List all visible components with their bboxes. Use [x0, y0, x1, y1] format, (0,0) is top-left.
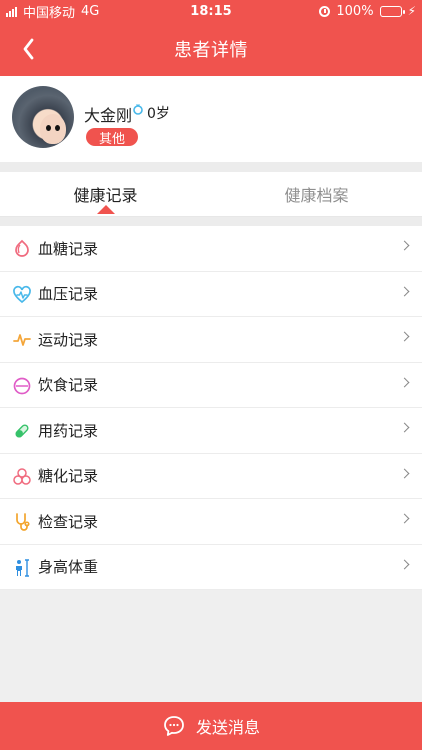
stethoscope-icon [16, 513, 30, 531]
network-label: 4G [81, 3, 100, 19]
record-label: 血糖记录 [38, 239, 99, 258]
record-label: 糖化记录 [38, 467, 99, 486]
avatar-face [40, 114, 66, 144]
record-label: 运动记录 [38, 330, 99, 349]
patient-age: 0岁 [147, 106, 170, 122]
send-message-label: 发送消息 [195, 718, 260, 737]
patient-card[interactable]: 大金刚 0岁 其他 [0, 76, 422, 162]
record-item-examination[interactable]: 检查记录 [0, 499, 422, 545]
record-item-height-weight[interactable]: 身高体重 [0, 545, 422, 590]
chevron-right-icon [399, 377, 410, 387]
battery-percent: 100% [336, 3, 374, 19]
patient-name: 大金刚 [84, 106, 133, 125]
blood-sugar-icon [15, 239, 29, 257]
record-label: 身高体重 [38, 558, 99, 577]
section-gap [0, 217, 422, 226]
chevron-right-icon [399, 422, 410, 433]
record-item-exercise[interactable]: 运动记录 [0, 317, 422, 363]
status-time: 18:15 [190, 3, 232, 19]
chevron-right-icon [399, 559, 410, 569]
signal-icon [6, 5, 17, 17]
record-list: 血糖记录 血压记录 运动记录 饮食记录 用药记录 糖化记录 检查记录 身高体重 [0, 226, 422, 590]
send-message-button[interactable]: 发送消息 [0, 702, 422, 750]
chevron-right-icon [399, 331, 410, 342]
alarm-icon [319, 5, 331, 17]
avatar-left-eye [46, 125, 51, 131]
chevron-right-icon [399, 513, 410, 524]
message-icon [164, 716, 184, 736]
pill-icon [15, 424, 29, 438]
carrier-label: 中国移动 [23, 5, 76, 21]
avatar [12, 86, 74, 148]
back-arrow-icon [23, 38, 34, 60]
content-padding [0, 591, 422, 702]
patient-tag: 其他 [86, 128, 138, 147]
record-item-blood-pressure[interactable]: 血压记录 [0, 272, 422, 317]
record-item-diet[interactable]: 饮食记录 [0, 363, 422, 408]
record-label: 用药记录 [38, 421, 99, 440]
active-tab-indicator [97, 205, 115, 214]
diet-icon [13, 377, 31, 394]
avatar-right-eye [55, 125, 60, 131]
back-button[interactable] [16, 36, 42, 62]
record-label: 检查记录 [38, 512, 99, 531]
record-label: 饮食记录 [38, 376, 99, 395]
heart-pulse-icon [13, 285, 31, 303]
battery-icon [379, 5, 405, 17]
activity-icon [13, 334, 31, 346]
record-item-medication[interactable]: 用药记录 [0, 408, 422, 454]
charging-icon: ⚡ [407, 4, 416, 18]
status-left: 中国移动 4G [6, 0, 99, 22]
tab-bar: 健康记录 健康档案 [0, 172, 422, 217]
gender-icon [133, 104, 143, 115]
tab-health-archive[interactable]: 健康档案 [211, 172, 422, 216]
hba1c-icon [13, 467, 31, 485]
chevron-right-icon [399, 286, 410, 296]
record-label: 血压记录 [38, 285, 99, 304]
section-gap [0, 162, 422, 172]
record-item-hba1c[interactable]: 糖化记录 [0, 454, 422, 499]
page-title: 患者详情 [174, 40, 248, 61]
chevron-right-icon [399, 240, 410, 251]
status-bar: 中国移动 4G 18:15 100% ⚡ [0, 0, 422, 22]
status-right: 100% ⚡ [319, 0, 416, 22]
chevron-right-icon [399, 468, 410, 478]
record-item-blood-sugar[interactable]: 血糖记录 [0, 226, 422, 272]
navigation-bar: 患者详情 [0, 22, 422, 76]
height-weight-icon [16, 558, 29, 577]
